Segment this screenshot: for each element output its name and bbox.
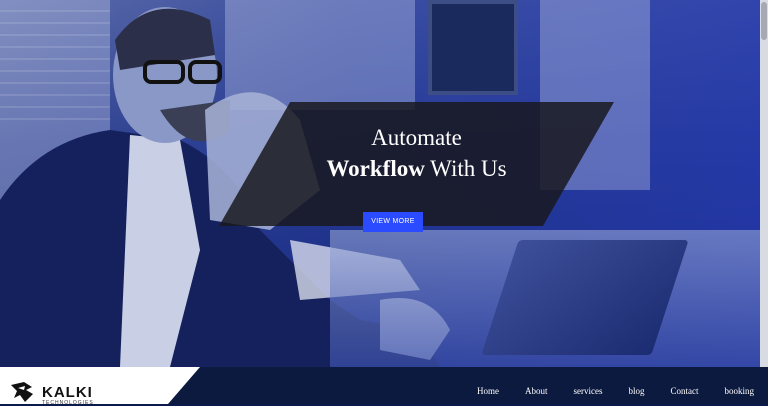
brand-name: KALKI bbox=[42, 384, 93, 401]
nav-blog[interactable]: blog bbox=[628, 386, 644, 396]
footer-nav-bar: KALKI TECHNOLOGIES Home About services b… bbox=[0, 367, 768, 404]
nav-services[interactable]: services bbox=[573, 386, 602, 396]
headline-bold: Workflow bbox=[326, 156, 425, 181]
main-nav: Home About services blog Contact booking bbox=[451, 386, 754, 396]
headline-rest: With Us bbox=[424, 156, 507, 181]
logo-area[interactable]: KALKI TECHNOLOGIES bbox=[0, 367, 200, 404]
scrollbar[interactable] bbox=[760, 0, 768, 367]
kalki-logo-icon bbox=[11, 382, 33, 402]
headline-line-2: Workflow With Us bbox=[219, 155, 614, 183]
headline-line-1: Automate bbox=[371, 125, 462, 150]
nav-contact[interactable]: Contact bbox=[670, 386, 698, 396]
view-more-button[interactable]: VIEW MORE bbox=[363, 212, 423, 232]
nav-home[interactable]: Home bbox=[477, 386, 499, 396]
nav-about[interactable]: About bbox=[525, 386, 548, 396]
nav-booking[interactable]: booking bbox=[724, 386, 754, 396]
scrollbar-thumb[interactable] bbox=[761, 2, 767, 40]
brand-tagline: TECHNOLOGIES bbox=[42, 400, 94, 406]
